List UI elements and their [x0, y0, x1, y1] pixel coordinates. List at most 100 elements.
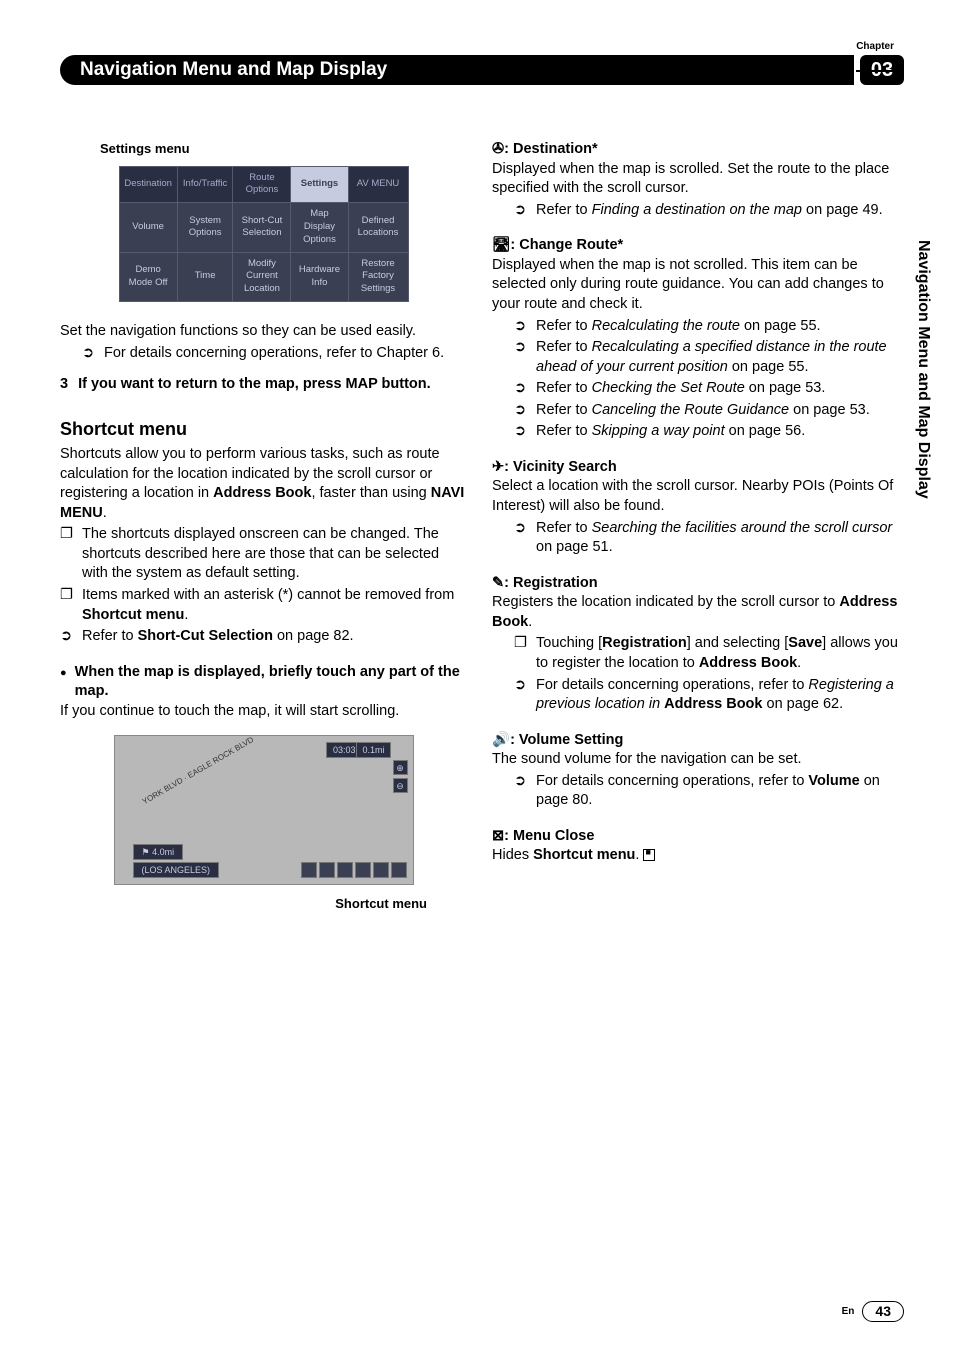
- shortcut-note-1: ❐ The shortcuts displayed onscreen can b…: [60, 525, 467, 584]
- map-roads: YORK BLVD · EAGLE ROCK BLVD: [140, 735, 255, 808]
- opt-time: Time: [177, 252, 233, 301]
- zoom-in-icon: ⊕: [393, 760, 408, 775]
- vicinity-ref: ➲Refer to Searching the facilities aroun…: [514, 519, 899, 558]
- opt-modify-location: Modify Current Location: [233, 252, 291, 301]
- map-scroll-note: If you continue to touch the map, it wil…: [60, 702, 467, 722]
- change-route-heading: 🛣: Change Route*: [492, 236, 899, 256]
- registration-ref: ➲ For details concerning operations, ref…: [514, 676, 899, 715]
- zoom-out-icon: ⊖: [393, 778, 408, 793]
- destination-text: Displayed when the map is scrolled. Set …: [492, 160, 899, 199]
- change-route-icon: 🛣: [492, 237, 510, 253]
- step-3: 3 If you want to return to the map, pres…: [60, 375, 467, 395]
- shortcut-menu-heading: Shortcut menu: [60, 417, 467, 441]
- left-column: Settings menu Destination Info/Traffic R…: [60, 140, 467, 913]
- page-number: 43: [862, 1301, 904, 1322]
- map-distance: ⚑ 4.0mi: [133, 844, 184, 860]
- vicinity-icon: ✈: [492, 459, 504, 475]
- tab-route-options: Route Options: [233, 166, 291, 203]
- volume-ref: ➲ For details concerning operations, ref…: [514, 772, 899, 811]
- opt-system-options: System Options: [177, 203, 233, 252]
- shortcut-menu-caption: Shortcut menu: [60, 895, 467, 913]
- shortcut-btn-6: [391, 862, 407, 878]
- shortcut-btn-1: [301, 862, 317, 878]
- destination-icon: ✇: [492, 141, 504, 157]
- side-section-label: Navigation Menu and Map Display: [912, 240, 934, 499]
- shortcut-buttons: [301, 862, 407, 878]
- opt-shortcut-selection: Short-Cut Selection: [233, 203, 291, 252]
- menu-close-heading: ⊠: Menu Close: [492, 827, 899, 847]
- refer-arrow-icon: ➲: [60, 627, 74, 647]
- refer-arrow-icon: ➲: [514, 317, 528, 337]
- map-scale: 0.1mi: [356, 742, 390, 758]
- opt-hardware-info: Hardware Info: [291, 252, 348, 301]
- destination-heading: ✇: Destination*: [492, 140, 899, 160]
- tab-av-menu: AV MENU: [348, 166, 408, 203]
- route-ref-3: ➲Refer to Checking the Set Route on page…: [514, 379, 899, 399]
- volume-icon: 🔊: [492, 732, 510, 748]
- lang-label: En: [842, 1305, 855, 1319]
- shortcut-btn-4: [355, 862, 371, 878]
- refer-arrow-icon: ➲: [514, 422, 528, 442]
- refer-arrow-icon: ➲: [514, 379, 528, 399]
- map-briefly-touch-lead: ● When the map is displayed, briefly tou…: [60, 663, 467, 702]
- shortcut-ref: ➲ Refer to Short-Cut Selection on page 8…: [60, 627, 467, 647]
- tab-info-traffic: Info/Traffic: [177, 166, 233, 203]
- shortcut-note-1-text: The shortcuts displayed onscreen can be …: [82, 525, 467, 584]
- refer-arrow-icon: ➲: [514, 338, 528, 377]
- vicinity-text: Select a location with the scroll cursor…: [492, 477, 899, 516]
- map-screenshot: YORK BLVD · EAGLE ROCK BLVD 03:03 0.1mi …: [114, 735, 414, 885]
- route-ref-2: ➲Refer to Recalculating a specified dist…: [514, 338, 899, 377]
- end-mark-icon: [643, 849, 655, 861]
- right-column: ✇: Destination* Displayed when the map i…: [492, 140, 899, 913]
- registration-note: ❐ Touching [Registration] and selecting …: [514, 634, 899, 673]
- shortcut-btn-3: [337, 862, 353, 878]
- shortcut-note-2: ❐ Items marked with an asterisk (*) cann…: [60, 586, 467, 625]
- bullet-dot-icon: ●: [60, 666, 67, 702]
- opt-volume: Volume: [119, 203, 177, 252]
- volume-text: The sound volume for the navigation can …: [492, 750, 899, 770]
- page-title: Navigation Menu and Map Display: [60, 55, 854, 85]
- registration-heading: ✎: Registration: [492, 574, 899, 594]
- tab-settings: Settings: [291, 166, 348, 203]
- shortcut-ref-text: Refer to Short-Cut Selection on page 82.: [82, 627, 354, 647]
- refer-arrow-icon: ➲: [514, 676, 528, 715]
- refer-arrow-icon: ➲: [514, 201, 528, 221]
- settings-intro-text: Set the navigation functions so they can…: [60, 322, 467, 342]
- menu-close-text: Hides Shortcut menu.: [492, 846, 899, 866]
- chapter-label: Chapter: [856, 40, 894, 54]
- settings-ref-text: For details concerning operations, refer…: [104, 344, 444, 364]
- route-ref-5: ➲Refer to Skipping a way point on page 5…: [514, 422, 899, 442]
- registration-icon: ✎: [492, 575, 504, 591]
- note-box-icon: ❐: [514, 634, 528, 673]
- settings-menu-screenshot: Destination Info/Traffic Route Options S…: [119, 166, 409, 303]
- opt-demo-mode: Demo Mode Off: [119, 252, 177, 301]
- route-ref-1: ➲Refer to Recalculating the route on pag…: [514, 317, 899, 337]
- note-box-icon: ❐: [60, 586, 74, 625]
- tab-destination: Destination: [119, 166, 177, 203]
- map-city: (LOS ANGELES): [133, 862, 220, 878]
- refer-arrow-icon: ➲: [514, 519, 528, 558]
- refer-arrow-icon: ➲: [514, 772, 528, 811]
- registration-text: Registers the location indicated by the …: [492, 593, 899, 632]
- destination-ref: ➲ Refer to Finding a destination on the …: [514, 201, 899, 221]
- refer-arrow-icon: ➲: [514, 401, 528, 421]
- settings-menu-heading: Settings menu: [100, 140, 467, 158]
- menu-close-icon: ⊠: [492, 828, 504, 844]
- note-box-icon: ❐: [60, 525, 74, 584]
- route-ref-4: ➲Refer to Canceling the Route Guidance o…: [514, 401, 899, 421]
- settings-ref-bullet: ➲ For details concerning operations, ref…: [82, 344, 467, 364]
- map-briefly-touch-text: When the map is displayed, briefly touch…: [75, 663, 467, 702]
- change-route-text: Displayed when the map is not scrolled. …: [492, 256, 899, 315]
- shortcut-btn-5: [373, 862, 389, 878]
- volume-heading: 🔊: Volume Setting: [492, 731, 899, 751]
- shortcut-intro: Shortcuts allow you to perform various t…: [60, 445, 467, 523]
- vicinity-heading: ✈: Vicinity Search: [492, 458, 899, 478]
- shortcut-btn-2: [319, 862, 335, 878]
- opt-map-display: Map Display Options: [291, 203, 348, 252]
- shortcut-note-2-text: Items marked with an asterisk (*) cannot…: [82, 586, 467, 625]
- destination-ref-text: Refer to Finding a destination on the ma…: [536, 201, 883, 221]
- step-number: 3: [60, 375, 68, 395]
- refer-arrow-icon: ➲: [82, 344, 96, 364]
- opt-restore-factory: Restore Factory Settings: [348, 252, 408, 301]
- opt-defined-locations: Defined Locations: [348, 203, 408, 252]
